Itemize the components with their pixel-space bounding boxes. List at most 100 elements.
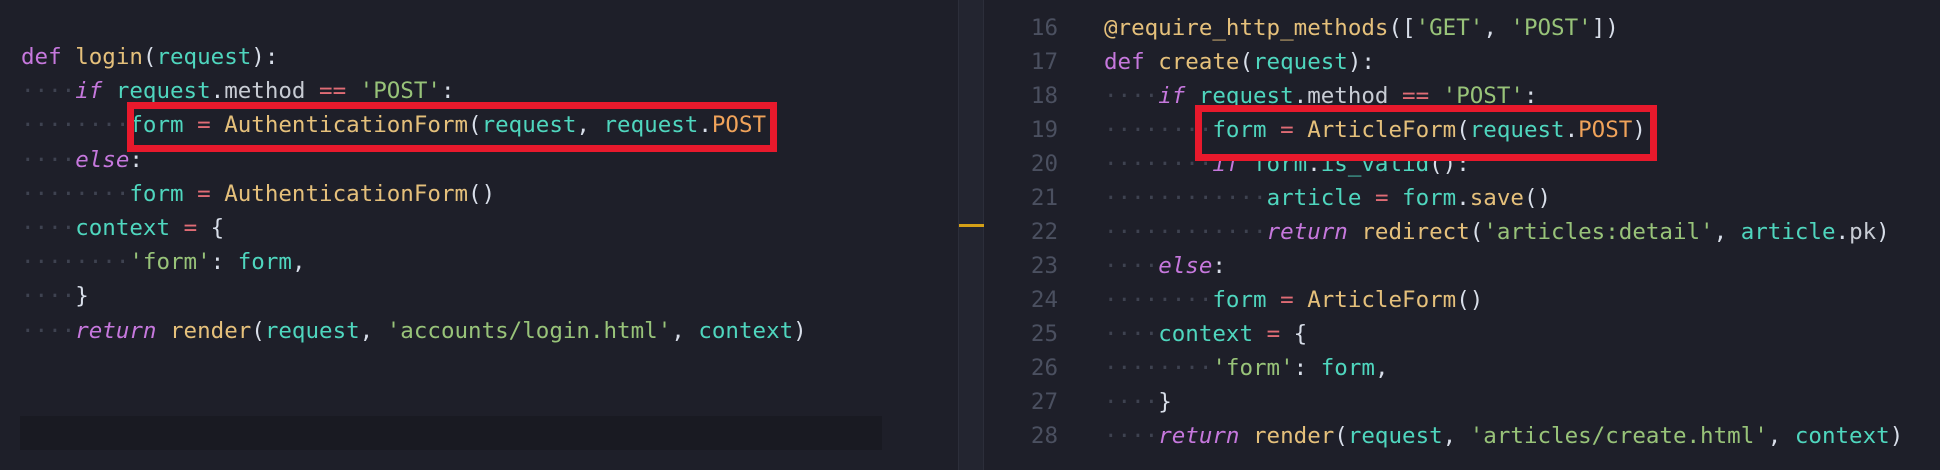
code-token: (	[1334, 423, 1348, 449]
code-line[interactable]: ············article = form.save()	[1104, 181, 1551, 215]
code-token: request	[264, 317, 360, 344]
code-token: }	[75, 283, 89, 310]
code-token: 'accounts/login.html'	[386, 317, 672, 344]
indent-whitespace: ····	[21, 215, 76, 241]
code-line[interactable]: ············return redirect('articles:de…	[1104, 215, 1890, 249]
code-line[interactable]: ········form = AuthenticationForm()	[21, 177, 495, 211]
code-line[interactable]: ····}	[21, 279, 89, 313]
code-token: ):	[1347, 49, 1375, 75]
code-line[interactable]: ····else:	[21, 143, 143, 177]
code-token: request	[1347, 423, 1443, 449]
code-token: 'form'	[129, 249, 211, 276]
scroll-position-marker	[959, 224, 985, 227]
indent-whitespace: ········	[21, 112, 130, 139]
code-token: :	[210, 249, 238, 276]
code-token: .	[1456, 185, 1470, 211]
code-token: if	[75, 78, 103, 105]
code-line[interactable]: ········form = ArticleForm()	[1104, 283, 1483, 317]
code-token: context	[75, 215, 171, 241]
indent-whitespace: ····	[21, 146, 76, 173]
indent-whitespace: ····	[1104, 321, 1159, 347]
code-token: =	[1374, 185, 1389, 211]
code-line[interactable]: @require_http_methods(['GET', 'POST'])	[1104, 11, 1619, 45]
indent-whitespace: ····	[21, 317, 76, 344]
line-number: 25	[1030, 321, 1058, 347]
left-editor-pane[interactable]: def login(request): ····if request.method…	[0, 0, 958, 470]
code-line[interactable]: def create(request):	[1104, 45, 1375, 79]
code-token: else	[1158, 253, 1213, 279]
code-token: 'POST'	[359, 78, 441, 105]
code-token: if	[1158, 83, 1186, 109]
code-line[interactable]: ····context = {	[1104, 317, 1307, 351]
indent-whitespace: ········	[21, 180, 130, 207]
code-token: def	[21, 44, 62, 70]
code-token: (	[1469, 219, 1484, 245]
code-token: context	[698, 317, 794, 344]
indent-whitespace: ····	[1104, 253, 1159, 279]
indent-whitespace: ····	[21, 78, 76, 105]
indent-whitespace: ············	[1104, 185, 1267, 211]
code-token: ,	[1442, 423, 1470, 449]
code-token: save	[1469, 185, 1524, 211]
right-editor-pane[interactable]: 16 17 18 19 20 21 22 23 24 25 26 27 28 @require_http…	[984, 0, 1940, 470]
code-token: ,	[1767, 423, 1795, 449]
horizontal-scrollbar[interactable]	[20, 416, 882, 450]
code-token: def	[1104, 49, 1145, 75]
code-line[interactable]: ····}	[1104, 385, 1172, 419]
code-token: 'form'	[1212, 355, 1294, 381]
code-token: @require_http_methods	[1104, 15, 1389, 41]
code-token: =	[1266, 321, 1281, 347]
code-token: :	[1293, 355, 1321, 381]
code-line[interactable]: ····return render(request, 'accounts/log…	[21, 314, 807, 348]
code-token: form	[1402, 185, 1457, 211]
code-token: ArticleForm	[1307, 287, 1457, 313]
line-number: 24	[1030, 287, 1058, 313]
editor-split-divider[interactable]	[958, 0, 985, 470]
code-token: ])	[1591, 15, 1619, 41]
code-line[interactable]: ········'form': form,	[21, 245, 305, 279]
code-token: ,	[1483, 15, 1511, 41]
code-token: ,	[671, 317, 699, 344]
line-number: 18	[1030, 83, 1058, 109]
code-line[interactable]: ········'form': form,	[1104, 351, 1388, 385]
line-number: 21	[1030, 185, 1058, 211]
highlight-box-left	[127, 102, 777, 152]
line-number: 28	[1030, 423, 1058, 449]
code-token: {	[197, 215, 225, 241]
code-line[interactable]: ····else:	[1104, 249, 1226, 283]
code-token: redirect	[1361, 219, 1470, 245]
code-token: 'POST'	[1510, 15, 1592, 41]
code-token: article	[1740, 219, 1836, 245]
code-token: =	[197, 180, 211, 207]
code-token: .	[210, 78, 225, 105]
code-token: login	[75, 44, 143, 70]
code-token: ,	[1374, 355, 1389, 381]
code-token: else	[75, 146, 130, 173]
indent-whitespace: ········	[1104, 287, 1213, 313]
line-number: 16	[1030, 15, 1058, 41]
code-line[interactable]: def login(request):	[21, 40, 278, 74]
code-line[interactable]: ····context = {	[21, 211, 224, 245]
indent-whitespace: ············	[1104, 219, 1267, 245]
indent-whitespace: ····	[1104, 83, 1159, 109]
code-token: form	[1320, 355, 1375, 381]
code-token: =	[183, 215, 198, 241]
code-token: request	[1253, 49, 1348, 75]
code-token: (	[142, 44, 157, 70]
code-token: )	[1889, 423, 1904, 449]
code-token: form	[237, 249, 292, 276]
code-token: method	[224, 78, 306, 105]
code-token: return	[1158, 423, 1240, 449]
code-line[interactable]: ····return render(request, 'articles/cre…	[1104, 419, 1903, 453]
